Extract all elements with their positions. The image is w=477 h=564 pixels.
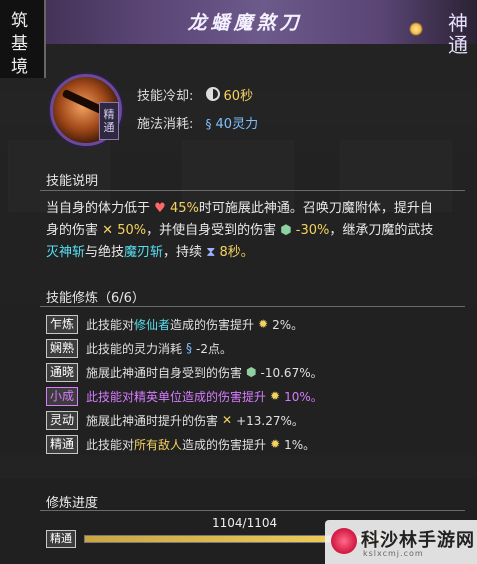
row-text: 施展此神通时提升的伤害 [86,413,219,428]
row-value: -10.67%。 [260,365,323,380]
cultivation-tag: 通晓 [46,362,79,382]
cost-stat: 施法消耗: § 40灵力 [137,113,258,132]
mastery-tag: 精通 [99,102,119,140]
row-highlight: 修仙者 [134,317,171,332]
cultivation-row: 精通 此技能对 所有敌人 造成的伤害提升 ✹ 1%。 [46,434,315,454]
spirit-icon: § [186,341,193,355]
title-bar: 龙蟠魔煞刀 神 通 [0,0,477,56]
skill-title: 龙蟠魔煞刀 [187,12,303,34]
description-title: 技能说明 [46,174,99,189]
row-value: 1%。 [284,437,316,452]
cost-value: 40灵力 [215,117,259,132]
desc-text: 当自身的体力低于 [46,201,151,216]
clock-icon [205,87,220,101]
progress-title: 修炼进度 [46,496,99,511]
cooldown-stat: 技能冷却: 60秒 [137,85,253,104]
row-value: -2点。 [196,341,232,356]
cooldown-label: 技能冷却: [137,89,194,104]
watermark-url: kslxcmj.com [363,549,424,558]
heart-icon: ♥ [154,201,166,216]
flower-logo-icon [331,528,357,554]
sword-icon: ✕ [222,413,233,427]
cultivation-tag: 娴熟 [46,338,79,358]
sun-icon: ✹ [258,317,269,331]
row-text: 此技能对 [86,437,135,452]
desc-skill-link[interactable]: 灭神斩 [46,245,85,260]
skill-detail-panel: 龙蟠魔煞刀 神 通 筑 基 境 精通 技能冷却: 60秒 施法消耗: § 40灵力… [0,0,477,564]
progress-tag: 精通 [46,530,76,548]
cost-label: 施法消耗: [137,117,194,132]
divider [40,306,465,307]
row-value: 2%。 [272,317,304,332]
cultivation-tag: 小成 [46,386,79,406]
cultivation-title: 技能修炼（6/6） [46,291,145,306]
row-text: 此技能的灵力消耗 [86,341,183,356]
row-highlight: 所有敌人 [134,437,183,452]
cultivation-tag: 灵动 [46,410,79,430]
row-value: 10%。 [284,389,323,404]
sun-icon: ✹ [270,437,281,451]
divider [40,510,465,511]
category-badge: 神 通 [443,12,473,56]
desc-text: 与绝技 [85,245,125,260]
realm-badge-char: 境 [11,57,28,77]
realm-badge: 筑 基 境 [0,0,46,78]
cultivation-row: 小成 此技能对精英单位造成的伤害提升 ✹ 10%。 [46,386,323,406]
shield-icon: ⬢ [246,365,257,379]
realm-badge-char: 筑 [11,11,28,31]
row-value: +13.27%。 [236,413,304,428]
desc-text: 身的伤害 [46,223,99,238]
spirit-icon: § [205,117,212,131]
desc-value: 45% [169,201,199,216]
sparkle-icon [409,22,423,36]
row-text: 施展此神通时自身受到的伤害 [86,365,243,380]
site-watermark: 科沙林手游网 kslxcmj.com [325,520,477,564]
shield-icon: ⬢ [280,223,292,238]
desc-text: ，持续 [163,245,203,260]
hourglass-icon: ⧗ [206,245,216,260]
desc-value: 50% [117,223,147,238]
cultivation-tag: 精通 [46,434,79,454]
row-text: 此技能对精英单位造成的伤害提升 [86,389,267,404]
skill-description: 当自身的体力低于 ♥ 45%时可施展此神通。召唤刀魔附体，提升自 身的伤害 ✕ … [46,198,471,264]
category-badge-char: 神 [448,11,468,35]
category-badge-char: 通 [448,33,468,57]
row-text: 此技能对 [86,317,135,332]
cultivation-row: 乍炼 此技能对 修仙者 造成的伤害提升 ✹ 2%。 [46,314,303,334]
cultivation-row: 娴熟 此技能的灵力消耗 § -2点。 [46,338,232,358]
cooldown-value: 60秒 [223,89,254,104]
row-text: 造成的伤害提升 [182,437,267,452]
cultivation-row: 通晓 施展此神通时自身受到的伤害 ⬢ -10.67%。 [46,362,323,382]
desc-skill-link[interactable]: 魔刃斩 [124,245,163,260]
divider [40,190,465,191]
desc-text: ，继承刀魔的武技 [329,223,434,238]
sword-icon: ✕ [102,223,114,238]
cultivation-tag: 乍炼 [46,314,79,334]
desc-text: ，并使自身受到的伤害 [146,223,277,238]
progress-text: 1104/1104 [212,516,278,530]
desc-value: -30% [295,223,330,238]
desc-value: 8秒。 [219,245,254,260]
realm-badge-char: 基 [11,34,28,54]
row-text: 造成的伤害提升 [170,317,255,332]
desc-text: 时可施展此神通。召唤刀魔附体，提升自 [198,201,433,216]
sun-icon: ✹ [270,389,281,403]
cultivation-row: 灵动 施展此神通时提升的伤害 ✕ +13.27%。 [46,410,304,430]
